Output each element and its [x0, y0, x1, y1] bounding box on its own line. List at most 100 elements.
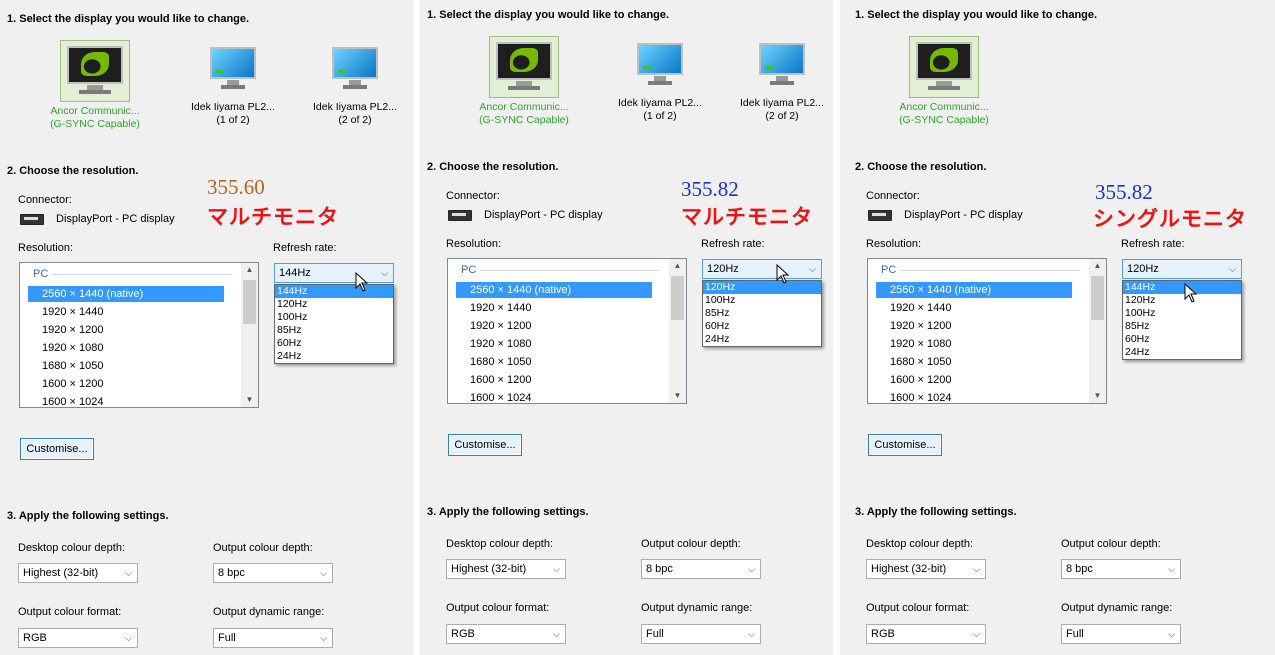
resolution-scrollbar[interactable]: ▲ ▼	[241, 263, 258, 407]
refresh-option[interactable]: 100Hz	[275, 311, 393, 324]
output-dynamic-range-select[interactable]: Full ⌵	[641, 624, 761, 644]
customise-button[interactable]: Customise...	[448, 434, 522, 456]
resolution-list[interactable]: PC 2560 × 1440 (native) 1920 × 1440 1920…	[19, 262, 259, 408]
refresh-rate-select[interactable]: 120Hz ⌵	[702, 259, 822, 279]
output-colour-format-select[interactable]: RGB ⌵	[866, 624, 986, 644]
chevron-down-icon: ⌵	[973, 629, 980, 639]
refresh-option[interactable]: 85Hz	[275, 324, 393, 337]
output-colour-depth-select[interactable]: 8 bpc ⌵	[641, 559, 761, 579]
resolution-item[interactable]: 1600 × 1200	[876, 372, 1072, 388]
customise-button[interactable]: Customise...	[868, 434, 942, 456]
displayport-icon	[868, 210, 892, 221]
group-divider	[900, 270, 1080, 271]
customise-button[interactable]: Customise...	[20, 438, 94, 460]
monitor-iiyama-1[interactable]: Idek Iiyama PL2... (1 of 2)	[610, 40, 710, 123]
resolution-item[interactable]: 1920 × 1080	[28, 340, 224, 356]
select-value: 8 bpc	[218, 567, 245, 579]
monitor-ancor[interactable]: Ancor Communic... (G-SYNC Capable)	[45, 40, 145, 131]
monitor-icon	[330, 44, 380, 94]
resolution-item[interactable]: 1920 × 1440	[456, 300, 652, 316]
scroll-up-icon[interactable]: ▲	[1089, 259, 1106, 273]
resolution-item[interactable]: 1600 × 1024	[28, 394, 224, 410]
refresh-option[interactable]: 120Hz	[1123, 294, 1241, 307]
scroll-down-icon[interactable]: ▼	[241, 393, 258, 407]
select-value: 8 bpc	[646, 563, 673, 575]
scroll-thumb[interactable]	[243, 280, 256, 324]
scroll-up-icon[interactable]: ▲	[669, 259, 686, 273]
refresh-option[interactable]: 60Hz	[275, 337, 393, 350]
resolution-item[interactable]: 1920 × 1200	[456, 318, 652, 334]
refresh-rate-value: 120Hz	[707, 263, 739, 275]
scroll-up-icon[interactable]: ▲	[241, 263, 258, 277]
resolution-item[interactable]: 1920 × 1200	[28, 322, 224, 338]
refresh-option[interactable]: 100Hz	[1123, 307, 1241, 320]
refresh-option[interactable]: 85Hz	[703, 307, 821, 320]
refresh-rate-select[interactable]: 120Hz ⌵	[1122, 259, 1242, 279]
resolution-list[interactable]: PC 2560 × 1440 (native) 1920 × 1440 1920…	[867, 258, 1107, 404]
resolution-item[interactable]: 1920 × 1080	[876, 336, 1072, 352]
benchmark-score: 355.82	[1095, 180, 1153, 204]
refresh-option[interactable]: 60Hz	[703, 320, 821, 333]
chevron-down-icon: ⌵	[553, 564, 560, 574]
output-colour-format-select[interactable]: RGB ⌵	[18, 628, 138, 648]
desktop-colour-depth-label: Desktop colour depth:	[18, 542, 126, 554]
output-colour-depth-select[interactable]: 8 bpc ⌵	[1061, 559, 1181, 579]
refresh-option[interactable]: 144Hz	[275, 285, 393, 298]
resolution-item[interactable]: 2560 × 1440 (native)	[876, 282, 1072, 298]
resolution-item[interactable]: 2560 × 1440 (native)	[456, 282, 652, 298]
output-dynamic-range-select[interactable]: Full ⌵	[213, 628, 333, 648]
monitor-status: (G-SYNC Capable)	[50, 118, 140, 130]
nvidia-monitor-icon	[489, 36, 559, 98]
resolution-item[interactable]: 1680 × 1050	[456, 354, 652, 370]
resolution-item[interactable]: 1920 × 1440	[28, 304, 224, 320]
output-colour-depth-select[interactable]: 8 bpc ⌵	[213, 563, 333, 583]
desktop-colour-depth-select[interactable]: Highest (32-bit) ⌵	[18, 563, 138, 583]
monitor-icon	[635, 40, 685, 90]
output-dynamic-range-select[interactable]: Full ⌵	[1061, 624, 1181, 644]
refresh-option[interactable]: 144Hz	[1123, 281, 1241, 294]
monitor-iiyama-1[interactable]: Idek Iiyama PL2... (1 of 2)	[183, 44, 283, 127]
step-select-display-heading: 1. Select the display you would like to …	[427, 9, 670, 21]
monitor-iiyama-2[interactable]: Idek Iiyama PL2... (2 of 2)	[305, 44, 405, 127]
monitor-iiyama-2[interactable]: Idek Iiyama PL2... (2 of 2)	[732, 40, 832, 123]
chevron-down-icon: ⌵	[973, 564, 980, 574]
scroll-down-icon[interactable]: ▼	[669, 389, 686, 403]
desktop-colour-depth-select[interactable]: Highest (32-bit) ⌵	[446, 559, 566, 579]
resolution-item[interactable]: 1600 × 1024	[876, 390, 1072, 406]
resolution-item[interactable]: 1920 × 1200	[876, 318, 1072, 334]
refresh-option[interactable]: 24Hz	[703, 333, 821, 346]
resolution-scrollbar[interactable]: ▲ ▼	[669, 259, 686, 403]
refresh-option[interactable]: 24Hz	[1123, 346, 1241, 359]
scroll-thumb[interactable]	[671, 276, 684, 320]
refresh-option[interactable]: 120Hz	[703, 281, 821, 294]
refresh-rate-select[interactable]: 144Hz ⌵	[274, 263, 394, 283]
monitor-icon	[757, 40, 807, 90]
chevron-down-icon: ⌵	[125, 633, 132, 643]
resolution-item[interactable]: 1920 × 1440	[876, 300, 1072, 316]
scroll-down-icon[interactable]: ▼	[1089, 389, 1106, 403]
resolution-item[interactable]: 1920 × 1080	[456, 336, 652, 352]
resolution-item[interactable]: 1680 × 1050	[28, 358, 224, 374]
refresh-option[interactable]: 120Hz	[275, 298, 393, 311]
resolution-item[interactable]: 1600 × 1024	[456, 390, 652, 406]
resolution-item[interactable]: 1680 × 1050	[876, 354, 1072, 370]
output-colour-format-label: Output colour format:	[446, 602, 550, 614]
refresh-rate-dropdown: 144Hz 120Hz 100Hz 85Hz 60Hz 24Hz	[274, 284, 394, 364]
resolution-list[interactable]: PC 2560 × 1440 (native) 1920 × 1440 1920…	[447, 258, 687, 404]
monitor-name: Idek Iiyama PL2...	[190, 101, 276, 113]
monitor-ancor[interactable]: Ancor Communic... (G-SYNC Capable)	[474, 36, 574, 127]
chevron-down-icon: ⌵	[1168, 629, 1175, 639]
resolution-scrollbar[interactable]: ▲ ▼	[1089, 259, 1106, 403]
refresh-option[interactable]: 100Hz	[703, 294, 821, 307]
output-dynamic-range-label: Output dynamic range:	[641, 602, 753, 614]
scroll-thumb[interactable]	[1091, 276, 1104, 320]
refresh-option[interactable]: 60Hz	[1123, 333, 1241, 346]
output-colour-format-select[interactable]: RGB ⌵	[446, 624, 566, 644]
monitor-ancor[interactable]: Ancor Communic... (G-SYNC Capable)	[894, 36, 994, 127]
resolution-item[interactable]: 2560 × 1440 (native)	[28, 286, 224, 302]
resolution-item[interactable]: 1600 × 1200	[28, 376, 224, 392]
resolution-item[interactable]: 1600 × 1200	[456, 372, 652, 388]
desktop-colour-depth-select[interactable]: Highest (32-bit) ⌵	[866, 559, 986, 579]
refresh-option[interactable]: 24Hz	[275, 350, 393, 363]
refresh-option[interactable]: 85Hz	[1123, 320, 1241, 333]
